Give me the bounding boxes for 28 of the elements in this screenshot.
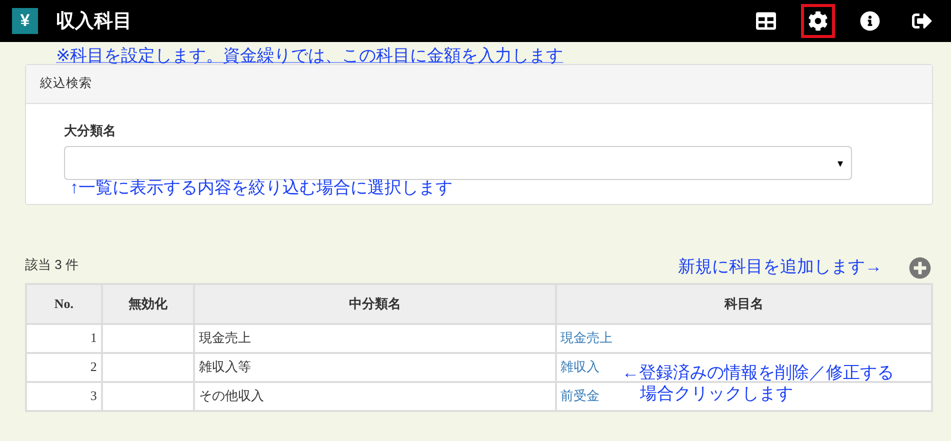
- table-cell: 1: [26, 324, 102, 353]
- annotation: 場合クリックします: [640, 384, 793, 404]
- table-cell: 2: [26, 353, 102, 382]
- add-icon[interactable]: [909, 257, 931, 279]
- grid-icon: [756, 11, 776, 31]
- column-header: No.: [26, 284, 102, 324]
- info-icon: [860, 11, 880, 31]
- result-count: 該当 3 件: [25, 256, 78, 274]
- column-header: 無効化: [102, 284, 194, 324]
- item-link[interactable]: 現金売上: [556, 324, 932, 353]
- column-header: 科目名: [556, 284, 932, 324]
- table-cell: 3: [26, 382, 102, 411]
- page-title: 収入科目: [56, 10, 133, 34]
- annotation: ↑一覧に表示する内容を絞り込む場合に選択します: [70, 178, 452, 198]
- toolbar-button[interactable]: [801, 4, 835, 38]
- annotation: 新規に科目を追加します→: [678, 257, 882, 277]
- table-cell: 現金売上: [194, 324, 556, 353]
- panel-title: 絞込検索: [40, 76, 92, 90]
- logout-icon: [912, 11, 932, 31]
- table-cell: その他収入: [194, 382, 556, 411]
- settings-icon: [808, 11, 828, 31]
- field-label: 大分類名: [64, 122, 117, 140]
- select-field[interactable]: ▾: [64, 146, 852, 180]
- annotation: ※科目を設定します。資金繰りでは、この科目に金額を入力します: [56, 46, 564, 66]
- column-header: 中分類名: [194, 284, 556, 324]
- app-logo: ¥: [12, 8, 38, 34]
- table-cell: 雑収入等: [194, 353, 556, 382]
- annotation: ←登録済みの情報を削除／修正する: [622, 363, 894, 383]
